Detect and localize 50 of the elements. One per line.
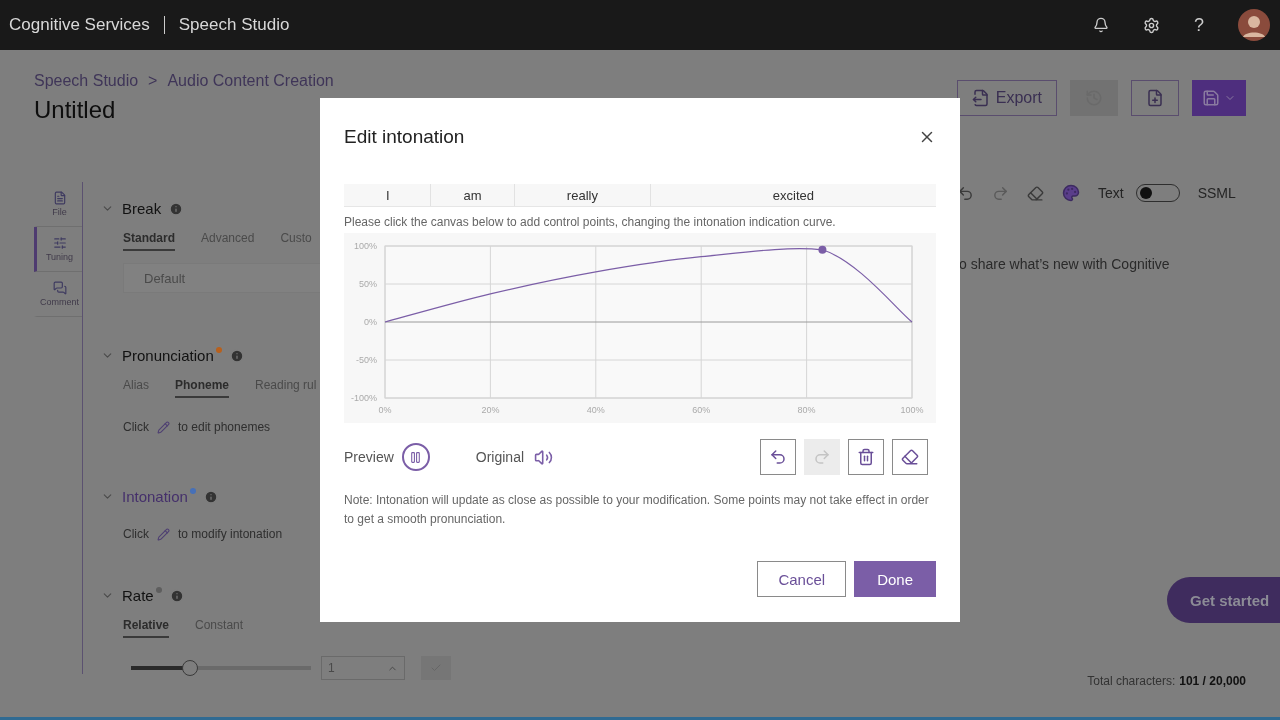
cancel-button[interactable]: Cancel xyxy=(757,561,847,597)
tab[interactable]: Standard xyxy=(123,231,175,251)
total-characters-value: 101 / 20,000 xyxy=(1179,674,1246,688)
axis-label: 80% xyxy=(797,405,816,415)
section-title: Rate xyxy=(122,587,154,604)
axis-label: 60% xyxy=(692,405,711,415)
side-tab[interactable]: Comment xyxy=(34,272,82,317)
hint-text: to edit phonemes xyxy=(178,420,271,434)
side-tab[interactable]: File xyxy=(34,182,82,227)
side-tab[interactable]: Tuning xyxy=(34,227,82,272)
get-started-button[interactable]: Get started xyxy=(1167,577,1280,623)
axis-label: -50% xyxy=(356,355,377,365)
section-title: Break xyxy=(122,200,162,217)
breadcrumb-link[interactable]: Speech Studio xyxy=(34,72,139,90)
axis-label: 40% xyxy=(586,405,605,415)
axis-label: 100% xyxy=(353,241,377,251)
breadcrumb-separator: > xyxy=(148,72,158,90)
section-title: Pronunciation xyxy=(122,347,214,364)
breadcrumb-link[interactable]: Audio Content Creation xyxy=(167,72,334,90)
note-text: Note: Intonation will update as close as possible to your modification. Some points may not take effect in order to get a smooth pronunciation. xyxy=(344,492,930,528)
word-cell: excited xyxy=(649,184,936,206)
word-cell-text: I xyxy=(384,186,391,205)
original-label: Original xyxy=(475,449,525,465)
hint-text: to modify intonation xyxy=(178,527,283,541)
axis-label: 0% xyxy=(378,405,392,415)
tab[interactable]: Phoneme xyxy=(175,378,230,398)
hint-text: Click xyxy=(123,420,149,434)
preview-label: Preview xyxy=(344,449,394,465)
ssml-label: SSML xyxy=(1197,185,1236,201)
section-title: Intonation xyxy=(122,488,188,505)
axis-label: 20% xyxy=(481,405,500,415)
editor-text: o share what’s new with Cognitive xyxy=(959,256,1171,272)
help-icon[interactable]: ? xyxy=(1194,14,1204,36)
total-characters-label: Total characters: xyxy=(1087,674,1176,688)
axis-label: 100% xyxy=(900,405,924,415)
export-button[interactable]: Export xyxy=(956,80,1057,116)
dialog-title: Edit intonation xyxy=(344,126,465,148)
word-cell: really xyxy=(513,184,650,206)
page-title: Untitled xyxy=(34,96,117,124)
hint-text: Click xyxy=(123,527,149,541)
axis-label: -100% xyxy=(351,393,377,403)
done-button[interactable]: Done xyxy=(854,561,936,597)
word-cell: am xyxy=(430,184,514,206)
axis-label: 50% xyxy=(359,279,377,289)
product-name: Speech Studio xyxy=(178,15,290,35)
instruction-text: Please click the canvas below to add control points, changing the intonation indication curve. xyxy=(344,215,837,229)
axis-label: 0% xyxy=(364,317,377,327)
text-label: Text xyxy=(1098,185,1124,201)
tab[interactable]: Relative xyxy=(123,618,170,638)
brand-name: Cognitive Services xyxy=(9,15,150,35)
